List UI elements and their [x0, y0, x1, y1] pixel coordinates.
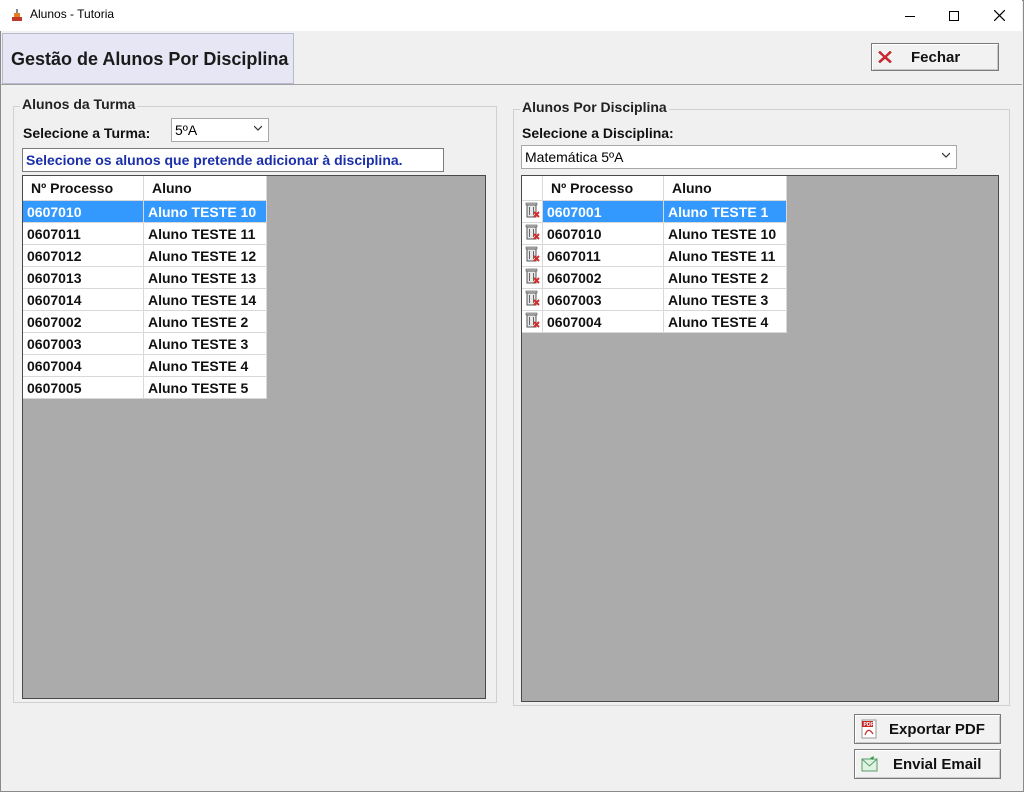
send-email-button[interactable]: Envial Email — [854, 749, 1001, 779]
aluno-cell: Aluno TESTE 14 — [143, 288, 267, 311]
table-row[interactable]: 0607005 Aluno TESTE 5 — [23, 376, 267, 399]
svg-text:PDF: PDF — [864, 722, 874, 728]
processo-cell: 0607002 — [542, 266, 664, 289]
aluno-cell: Aluno TESTE 12 — [143, 244, 267, 267]
trash-remove-icon — [525, 224, 540, 240]
aluno-cell: Aluno TESTE 5 — [143, 376, 267, 399]
processo-cell: 0607001 — [542, 200, 664, 223]
processo-cell: 0607014 — [23, 288, 144, 311]
processo-cell: 0607010 — [23, 200, 144, 223]
email-icon — [861, 756, 878, 772]
table-row[interactable]: 0607001 Aluno TESTE 1 — [522, 200, 787, 223]
processo-cell: 0607010 — [542, 222, 664, 245]
fechar-button[interactable]: Fechar — [871, 43, 999, 71]
disciplina-students-table: Nº Processo Aluno 0607001 Aluno TESTE 1 06… — [522, 176, 787, 333]
processo-cell: 0607002 — [23, 310, 144, 333]
turma-students-table: Nº Processo Aluno 0607010 Aluno TESTE 10 0… — [23, 176, 267, 399]
trash-remove-icon — [525, 312, 540, 328]
processo-cell: 0607011 — [23, 222, 144, 245]
table-row[interactable]: 0607003 Aluno TESTE 3 — [23, 332, 267, 355]
aluno-cell: Aluno TESTE 10 — [663, 222, 787, 245]
column-header-processo[interactable]: Nº Processo — [23, 176, 144, 201]
processo-cell: 0607004 — [542, 310, 664, 333]
aluno-cell: Aluno TESTE 11 — [663, 244, 787, 267]
processo-cell: 0607013 — [23, 266, 144, 289]
disciplina-value: Matemática 5ºA — [525, 149, 624, 165]
chevron-down-icon — [254, 125, 262, 131]
processo-cell: 0607011 — [542, 244, 664, 267]
table-row[interactable]: 0607014 Aluno TESTE 14 — [23, 288, 267, 311]
title-bar — [0, 0, 1022, 31]
aluno-cell: Aluno TESTE 2 — [143, 310, 267, 333]
aluno-cell: Aluno TESTE 4 — [143, 354, 267, 377]
app-icon — [12, 9, 22, 21]
table-row[interactable]: 0607011 Aluno TESTE 11 — [522, 244, 787, 267]
close-window-button[interactable] — [976, 0, 1022, 31]
fechar-label: Fechar — [911, 48, 961, 66]
aluno-cell: Aluno TESTE 3 — [663, 288, 787, 311]
processo-cell: 0607003 — [542, 288, 664, 311]
aluno-cell: Aluno TESTE 2 — [663, 266, 787, 289]
minimize-button[interactable] — [887, 0, 933, 31]
red-x-icon — [878, 50, 892, 64]
remove-student-button[interactable] — [522, 266, 543, 289]
aluno-cell: Aluno TESTE 1 — [663, 200, 787, 223]
trash-remove-icon — [525, 268, 540, 284]
maximize-button[interactable] — [931, 0, 977, 31]
instruction-text: Selecione os alunos que pretende adicion… — [22, 148, 444, 172]
send-email-label: Envial Email — [893, 755, 982, 773]
aluno-cell: Aluno TESTE 3 — [143, 332, 267, 355]
table-row[interactable]: 0607010 Aluno TESTE 10 — [23, 200, 267, 223]
header-divider — [0, 84, 1022, 85]
aluno-cell: Aluno TESTE 10 — [143, 200, 267, 223]
remove-student-button[interactable] — [522, 244, 543, 267]
disciplina-students-grid[interactable]: Nº Processo Aluno 0607001 Aluno TESTE 1 06… — [521, 175, 999, 702]
processo-cell: 0607003 — [23, 332, 144, 355]
close-icon — [993, 10, 1005, 21]
remove-student-button[interactable] — [522, 200, 543, 223]
processo-cell: 0607012 — [23, 244, 144, 267]
trash-remove-icon — [525, 246, 540, 262]
window-title: Alunos - Tutoria — [30, 7, 115, 21]
table-row[interactable]: 0607013 Aluno TESTE 13 — [23, 266, 267, 289]
aluno-cell: Aluno TESTE 13 — [143, 266, 267, 289]
table-row[interactable]: 0607004 Aluno TESTE 4 — [23, 354, 267, 377]
column-header-processo[interactable]: Nº Processo — [542, 176, 664, 201]
table-row[interactable]: 0607002 Aluno TESTE 2 — [23, 310, 267, 333]
disciplina-label: Selecione a Disciplina: — [522, 125, 674, 141]
column-header-aluno[interactable]: Aluno — [663, 176, 787, 201]
table-row[interactable]: 0607011 Aluno TESTE 11 — [23, 222, 267, 245]
trash-remove-icon — [525, 202, 540, 218]
export-pdf-button[interactable]: PDF Exportar PDF — [854, 714, 1001, 744]
right-group-title: Alunos Por Disciplina — [520, 99, 669, 115]
turma-label: Selecione a Turma: — [23, 125, 151, 141]
maximize-icon — [949, 10, 959, 21]
column-header-aluno[interactable]: Aluno — [143, 176, 267, 201]
table-row[interactable]: 0607010 Aluno TESTE 10 — [522, 222, 787, 245]
remove-student-button[interactable] — [522, 288, 543, 311]
left-group-title: Alunos da Turma — [20, 96, 138, 112]
chevron-down-icon — [942, 152, 950, 158]
minimize-icon — [905, 15, 915, 17]
page-title: Gestão de Alunos Por Disciplina — [11, 49, 289, 69]
remove-student-button[interactable] — [522, 310, 543, 333]
pdf-icon: PDF — [861, 719, 877, 739]
table-row[interactable]: 0607004 Aluno TESTE 4 — [522, 310, 787, 333]
turma-students-grid[interactable]: Nº Processo Aluno 0607010 Aluno TESTE 10 0… — [22, 175, 486, 699]
disciplina-select[interactable]: Matemática 5ºA — [521, 145, 957, 169]
turma-select[interactable]: 5ºA — [171, 118, 269, 142]
aluno-cell: Aluno TESTE 4 — [663, 310, 787, 333]
table-row[interactable]: 0607002 Aluno TESTE 2 — [522, 266, 787, 289]
table-row[interactable]: 0607012 Aluno TESTE 12 — [23, 244, 267, 267]
column-header-remove — [522, 176, 543, 201]
turma-value: 5ºA — [175, 122, 198, 138]
export-pdf-label: Exportar PDF — [889, 720, 985, 738]
table-row[interactable]: 0607003 Aluno TESTE 3 — [522, 288, 787, 311]
trash-remove-icon — [525, 290, 540, 306]
processo-cell: 0607004 — [23, 354, 144, 377]
processo-cell: 0607005 — [23, 376, 144, 399]
remove-student-button[interactable] — [522, 222, 543, 245]
aluno-cell: Aluno TESTE 11 — [143, 222, 267, 245]
